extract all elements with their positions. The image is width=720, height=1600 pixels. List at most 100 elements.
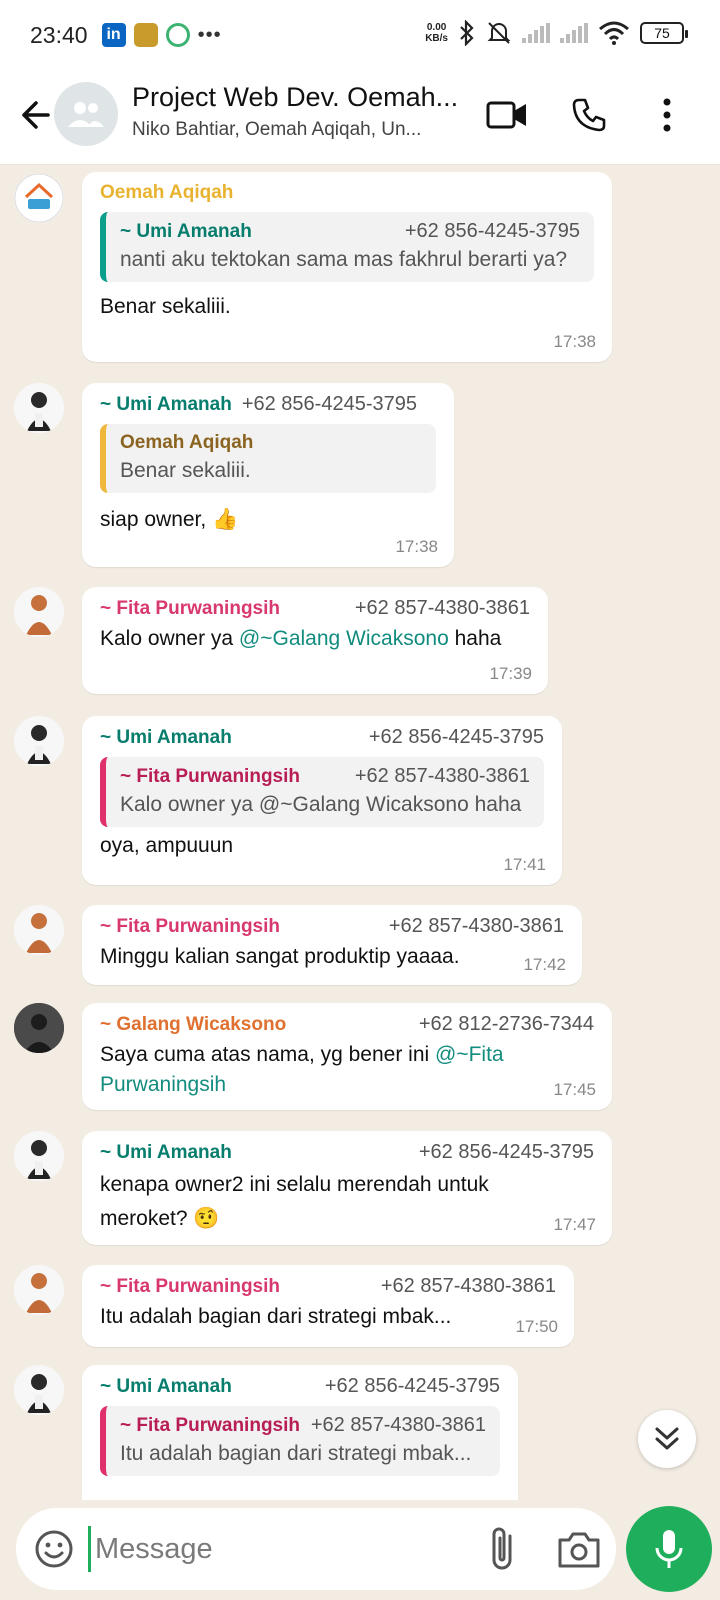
avatar-photo	[14, 383, 64, 433]
message-text: kenapa owner2 ini selalu merendah untuk …	[100, 1173, 489, 1230]
more-vert-icon	[663, 98, 671, 132]
quoted-sender: ~ Fita Purwaningsih	[120, 1415, 300, 1436]
message-text: Itu adalah bagian dari strategi mbak...	[100, 1305, 452, 1328]
message-bubble[interactable]: Oemah Aqiqah ~ Umi Amanah +62 856-4245-3…	[82, 172, 612, 362]
chat-title-area[interactable]: Project Web Dev. Oemah... Niko Bahtiar, …	[132, 82, 472, 141]
clock-app-icon	[165, 23, 190, 47]
message-text: Minggu kalian sangat produktip yaaaa.	[100, 945, 460, 968]
quoted-phone: +62 857-4380-3861	[354, 765, 530, 787]
message-time: 17:38	[553, 332, 596, 351]
mention-link[interactable]: @~Galang Wicaksono	[239, 627, 449, 650]
silent-icon	[487, 22, 511, 44]
group-members: Niko Bahtiar, Oemah Aqiqah, Un...	[132, 119, 422, 140]
message-text: oya, ampuuun	[100, 834, 234, 857]
avatar-galang-wicaksono[interactable]	[14, 1003, 64, 1053]
message-bubble[interactable]: ~ Umi Amanah +62 856-4245-3795 ~ Fita Pu…	[82, 1365, 518, 1500]
message-text: Kalo owner ya @~Galang Wicaksono haha	[100, 627, 502, 650]
scroll-to-bottom-button[interactable]	[638, 1410, 696, 1468]
sender-phone: +62 856-4245-3795	[241, 393, 417, 415]
sender-phone: +62 856-4245-3795	[418, 1141, 594, 1163]
message-bubble[interactable]: ~ Umi Amanah +62 856-4245-3795 ~ Fita Pu…	[82, 716, 562, 885]
sender-phone: +62 812-2736-7344	[418, 1013, 594, 1035]
video-call-button[interactable]	[484, 92, 530, 138]
message-time: 17:41	[503, 855, 546, 874]
quoted-message[interactable]: Oemah Aqiqah Benar sekaliii.	[100, 424, 436, 493]
sender-name[interactable]: ~ Galang Wicaksono	[100, 1014, 286, 1036]
avatar-umi-amanah[interactable]	[14, 1131, 64, 1181]
message-time: 17:45	[553, 1080, 596, 1099]
signal-1-icon	[522, 23, 550, 43]
message-bubble[interactable]: ~ Fita Purwaningsih +62 857-4380-3861 Mi…	[82, 905, 582, 985]
quoted-phone: +62 856-4245-3795	[404, 220, 580, 242]
message-text: Saya cuma atas nama, yg bener ini @~Fita…	[100, 1043, 504, 1096]
quoted-text: Itu adalah bagian dari strategi mbak...	[120, 1442, 472, 1465]
quoted-sender: Oemah Aqiqah	[120, 432, 254, 453]
attach-icon[interactable]	[484, 1524, 524, 1574]
message-time: 17:39	[489, 664, 532, 683]
avatar-umi-amanah[interactable]	[14, 716, 64, 766]
message-time: 17:38	[395, 537, 438, 556]
avatar-oemah-aqiqah[interactable]	[14, 173, 64, 223]
back-arrow-icon[interactable]	[14, 95, 54, 135]
mic-icon	[655, 1530, 683, 1568]
avatar-photo	[14, 1003, 64, 1053]
video-call-icon	[486, 101, 526, 129]
sender-name[interactable]: Oemah Aqiqah	[100, 182, 233, 204]
camera-icon[interactable]	[556, 1528, 602, 1572]
message-bubble[interactable]: ~ Umi Amanah +62 856-4245-3795 Oemah Aqi…	[82, 383, 454, 567]
avatar-photo	[14, 716, 64, 766]
quoted-message[interactable]: ~ Umi Amanah +62 856-4245-3795 nanti aku…	[100, 212, 594, 282]
game-app-icon	[133, 23, 158, 47]
avatar-umi-amanah[interactable]	[14, 1365, 64, 1415]
sender-name[interactable]: ~ Fita Purwaningsih	[100, 598, 280, 620]
sender-name[interactable]: ~ Umi Amanah	[100, 727, 232, 749]
quoted-message[interactable]: ~ Fita Purwaningsih +62 857-4380-3861 Ka…	[100, 757, 544, 827]
battery-indicator: 75	[640, 22, 688, 44]
oemah-logo	[14, 173, 64, 223]
emoji-icon[interactable]	[30, 1525, 78, 1573]
bluetooth-icon	[460, 20, 474, 46]
sender-phone: +62 856-4245-3795	[324, 1375, 500, 1397]
voice-call-button[interactable]	[566, 92, 612, 138]
message-field[interactable]	[16, 1508, 616, 1590]
sender-phone: +62 856-4245-3795	[368, 726, 544, 748]
sender-phone: +62 857-4380-3861	[388, 915, 564, 937]
avatar-photo	[14, 1265, 64, 1315]
sender-phone: +62 857-4380-3861	[354, 597, 530, 619]
chat-messages[interactable]: Oemah Aqiqah ~ Umi Amanah +62 856-4245-3…	[0, 165, 720, 1500]
quoted-text: Kalo owner ya @~Galang Wicaksono haha	[120, 793, 522, 816]
sender-name[interactable]: ~ Umi Amanah	[100, 1376, 232, 1398]
avatar-photo	[14, 1131, 64, 1181]
more-notifications-icon: •••	[197, 23, 222, 46]
message-bubble[interactable]: ~ Fita Purwaningsih +62 857-4380-3861 Ka…	[82, 587, 548, 694]
quoted-text: nanti aku tektokan sama mas fakhrul bera…	[120, 248, 568, 271]
message-bubble[interactable]: ~ Umi Amanah +62 856-4245-3795 kenapa ow…	[82, 1131, 612, 1245]
message-input[interactable]	[88, 1526, 448, 1572]
avatar-fita-purwaningsih[interactable]	[14, 587, 64, 637]
sender-name[interactable]: ~ Umi Amanah	[100, 1142, 232, 1164]
message-time: 17:50	[515, 1317, 558, 1336]
status-bar: 23:40 in ••• 0.00 KB/s 75	[0, 0, 720, 70]
avatar-fita-purwaningsih[interactable]	[14, 1265, 64, 1315]
message-bubble[interactable]: ~ Galang Wicaksono +62 812-2736-7344 Say…	[82, 1003, 612, 1110]
voice-message-button[interactable]	[626, 1506, 712, 1592]
sender-name[interactable]: ~ Umi Amanah	[100, 394, 232, 416]
sender-name[interactable]: ~ Fita Purwaningsih	[100, 1276, 280, 1298]
signal-2-icon	[560, 23, 588, 43]
message-text: Benar sekaliii.	[100, 295, 231, 318]
quoted-sender: ~ Umi Amanah	[120, 221, 252, 242]
message-bubble[interactable]: ~ Fita Purwaningsih +62 857-4380-3861 It…	[82, 1265, 574, 1347]
phone-call-icon	[572, 98, 606, 132]
more-options-button[interactable]	[644, 92, 690, 138]
avatar-photo	[14, 587, 64, 637]
sender-name[interactable]: ~ Fita Purwaningsih	[100, 916, 280, 938]
group-title: Project Web Dev. Oemah...	[132, 82, 459, 112]
avatar-fita-purwaningsih[interactable]	[14, 905, 64, 955]
avatar-umi-amanah[interactable]	[14, 383, 64, 433]
message-time: 17:47	[553, 1215, 596, 1234]
composer-bar	[0, 1500, 720, 1600]
avatar-photo	[14, 905, 64, 955]
quoted-message[interactable]: ~ Fita Purwaningsih +62 857-4380-3861 It…	[100, 1406, 500, 1476]
chat-header: Project Web Dev. Oemah... Niko Bahtiar, …	[0, 70, 720, 165]
group-avatar[interactable]	[54, 82, 118, 146]
